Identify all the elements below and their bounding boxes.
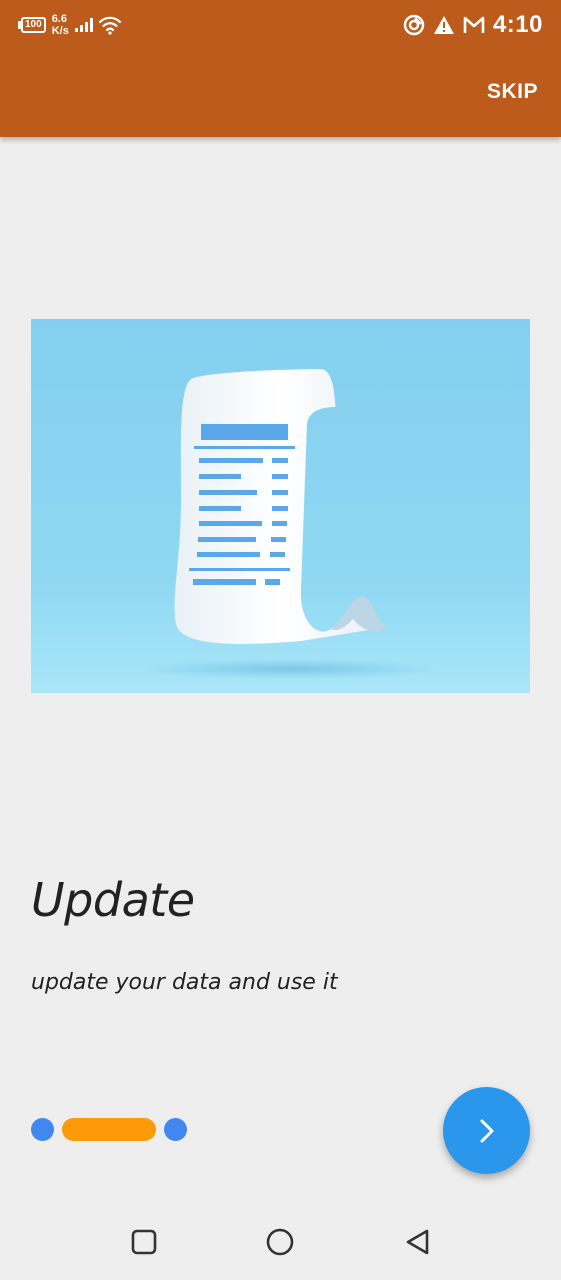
back-triangle-icon [406,1229,429,1255]
onboarding-title: Update [31,873,195,927]
network-speed-value: 6.6 [51,13,67,25]
chevron-right-icon [480,1119,493,1142]
square-icon [131,1229,157,1255]
status-bar-right: 4:10 [403,8,543,42]
sync-icon [403,14,425,36]
status-bar-left: 100 6.6 K/s [18,10,121,40]
signal-icon [74,18,93,32]
skip-button[interactable]: SKIP [487,80,538,104]
app-bar: 100 6.6 K/s 4:10 SKIP [0,0,561,137]
page-dot-3[interactable] [164,1118,187,1141]
onboarding-subtitle: update your data and use it [31,970,338,995]
clock: 4:10 [492,11,543,38]
battery-icon: 100 [18,17,46,33]
receipt-illustration [31,319,530,693]
circle-icon [266,1228,294,1256]
alert-icon [433,16,454,34]
network-speed: 6.6 K/s [52,13,69,37]
system-nav-bar [0,1203,561,1280]
back-button[interactable] [402,1227,432,1257]
page-dot-2-active[interactable] [62,1118,156,1141]
network-speed-unit: K/s [51,25,69,37]
recents-button[interactable] [129,1227,159,1257]
page-dot-1[interactable] [31,1118,54,1141]
battery-level: 100 [21,17,46,33]
home-button[interactable] [265,1227,295,1257]
next-button[interactable] [443,1087,530,1174]
gmail-icon [463,16,485,33]
page-indicator [31,1118,187,1141]
wifi-icon [98,16,121,35]
